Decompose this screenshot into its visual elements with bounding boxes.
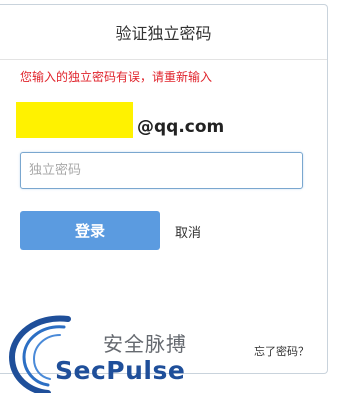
dialog-title: 验证独立密码 xyxy=(0,5,327,60)
forgot-password-link[interactable]: 忘了密码？ xyxy=(254,343,309,359)
redacted-account-block xyxy=(16,102,133,138)
account-email-suffix: @qq.com xyxy=(137,117,225,137)
watermark-english-text: SecPulse xyxy=(55,356,186,385)
independent-password-input[interactable] xyxy=(20,152,303,189)
cancel-link[interactable]: 取消 xyxy=(175,222,201,241)
watermark-chinese-text: 安全脉搏 xyxy=(103,332,187,356)
account-display: @qq.com xyxy=(16,102,224,138)
error-message: 您输入的独立密码有误，请重新输入 xyxy=(20,70,213,84)
login-button[interactable]: 登录 xyxy=(20,211,160,250)
